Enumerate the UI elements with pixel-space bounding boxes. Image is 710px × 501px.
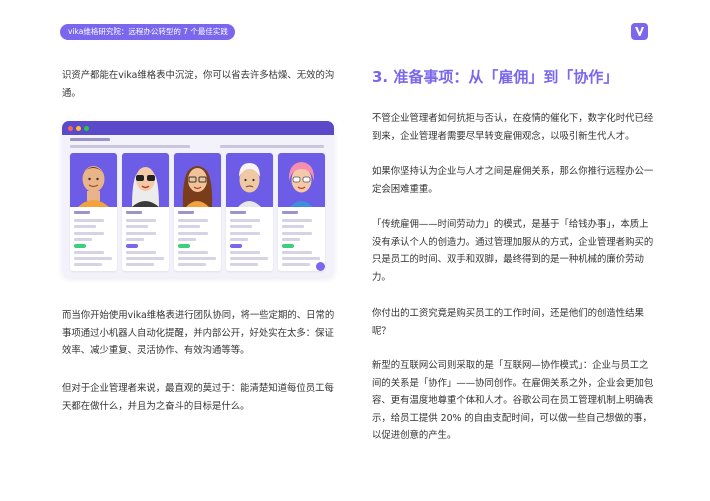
member-card <box>174 153 221 271</box>
minimize-dot-icon <box>76 126 81 131</box>
manager-paragraph: 但对于企业管理者来说，最直观的莫过于：能清楚知道每位员工每天都在做什么，并且为之… <box>62 383 334 412</box>
paragraph-4: 你付出的工资究竟是购买员工的工作时间，还是他们的创造性结果呢？ <box>372 308 644 337</box>
intro-paragraph: 识资产都能在vika维格表中沉淀，你可以省去许多枯燥、无效的沟通。 <box>62 70 335 99</box>
vika-logo-icon <box>631 23 648 40</box>
collaboration-paragraph: 而当你开始使用vika维格表进行团队协同，将一些定期的、日常的事项通过小机器人自… <box>62 310 335 356</box>
close-dot-icon <box>68 126 73 131</box>
window-title-bar <box>62 121 334 135</box>
member-card <box>70 153 117 271</box>
member-card <box>122 153 169 271</box>
paragraph-5: 新型的互联网公司则采取的是「互联网—协作模式」：企业与员工之间的关系是「协作」—… <box>372 360 654 441</box>
paragraph-1: 不管企业管理者如何抗拒与否认，在疫情的催化下，数字化时代已经到来，企业管理者需要… <box>372 113 654 142</box>
maximize-dot-icon <box>84 126 89 131</box>
gallery-toolbar <box>70 138 326 150</box>
document-title-badge: vika维格研究院：远程办公转型的 7 个最佳实践 <box>60 24 235 40</box>
member-card <box>226 153 273 271</box>
floating-action-button <box>316 262 325 271</box>
paragraph-3: 「传统雇佣——时间劳动力」的模式，是基于「给钱办事」，本质上没有承认个人的创造力… <box>372 219 654 283</box>
paragraph-2: 如果你坚持认为企业与人才之间是雇佣关系，那么你推行远程办公一定会困难重重。 <box>372 166 654 195</box>
section-heading: 3. 准备事项：从「雇佣」到「协作」 <box>372 68 619 86</box>
vika-team-gallery-screenshot <box>62 121 334 277</box>
member-card <box>278 153 325 271</box>
